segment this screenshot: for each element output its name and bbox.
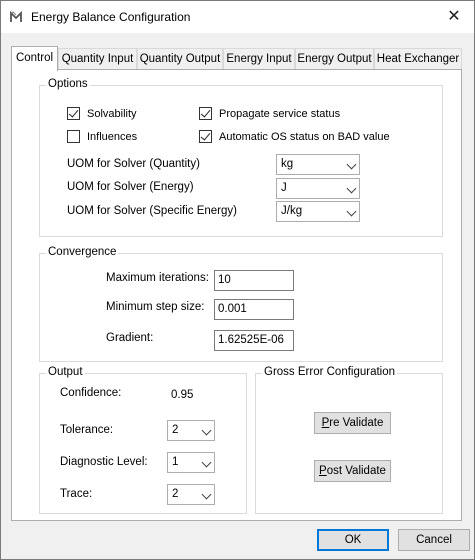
tab-label: Quantity Input [61, 53, 134, 65]
checkmark-icon [200, 130, 211, 141]
convergence-group-label: Convergence [46, 246, 119, 258]
gradient-label: Gradient: [106, 332, 154, 344]
tab-label: Heat Exchanger [376, 53, 460, 65]
uom-energy-select[interactable]: J [276, 178, 360, 199]
checkbox-label: Propagate service status [219, 107, 341, 120]
select-value: kg [281, 158, 294, 170]
automatic-os-status-checkbox[interactable]: Automatic OS status on BAD value [199, 130, 390, 143]
diagnostic-level-label: Diagnostic Level: [60, 456, 148, 468]
input-value: 10 [218, 274, 231, 286]
output-group: Output Confidence: 0.95 Tolerance: 2 Dia… [39, 366, 247, 514]
control-tab-panel: Options Solvability Propagate service st… [11, 69, 462, 521]
output-group-label: Output [46, 366, 85, 378]
max-iterations-input[interactable]: 10 [214, 270, 294, 291]
checkmark-icon [200, 107, 211, 118]
chevron-down-icon[interactable] [341, 202, 359, 221]
trace-label: Trace: [60, 488, 93, 500]
tab-label: Energy Input [226, 53, 292, 65]
tolerance-select[interactable]: 2 [167, 420, 215, 441]
select-value: 2 [172, 424, 179, 436]
tab-energy-output[interactable]: Energy Output [295, 48, 374, 70]
tab-quantity-output[interactable]: Quantity Output [137, 48, 223, 70]
tab-label: Energy Output [297, 53, 372, 65]
confidence-value: 0.95 [171, 389, 194, 401]
uom-specific-energy-select[interactable]: J/kg [276, 201, 360, 222]
post-validate-button[interactable]: Post Validate [314, 460, 391, 482]
button-label: re Validate [329, 417, 384, 429]
uom-specific-energy-label: UOM for Solver (Specific Energy) [67, 205, 237, 217]
app-logo-icon [10, 10, 22, 22]
uom-quantity-select[interactable]: kg [276, 154, 360, 175]
select-value: J [281, 182, 287, 194]
chevron-down-icon[interactable] [341, 155, 359, 174]
select-value: 1 [172, 456, 179, 468]
gross-error-group-label: Gross Error Configuration [262, 366, 398, 378]
input-value: 1.62525E-06 [218, 334, 284, 346]
influences-checkbox[interactable]: Influences [67, 130, 137, 143]
chevron-down-icon[interactable] [196, 421, 214, 440]
convergence-group: Convergence Maximum iterations: 10 Minim… [39, 246, 443, 362]
tab-heat-exchanger[interactable]: Heat Exchanger [374, 48, 462, 70]
checkbox-box[interactable] [199, 107, 212, 120]
solvability-checkbox[interactable]: Solvability [67, 107, 137, 120]
cancel-button[interactable]: Cancel [398, 529, 470, 551]
trace-select[interactable]: 2 [167, 484, 215, 505]
select-value: J/kg [281, 205, 303, 217]
gradient-input[interactable]: 1.62525E-06 [214, 330, 294, 351]
diagnostic-level-select[interactable]: 1 [167, 452, 215, 473]
checkbox-box[interactable] [67, 130, 80, 143]
tab-label: Control [15, 52, 54, 64]
checkbox-box[interactable] [199, 130, 212, 143]
chevron-down-icon[interactable] [341, 179, 359, 198]
confidence-label: Confidence: [60, 387, 122, 399]
checkbox-box[interactable] [67, 107, 80, 120]
title-bar[interactable]: Energy Balance Configuration ✕ [1, 1, 474, 33]
options-group: Options Solvability Propagate service st… [39, 78, 443, 237]
tab-quantity-input[interactable]: Quantity Input [58, 48, 137, 70]
checkmark-icon [68, 107, 79, 118]
min-step-size-input[interactable]: 0.001 [214, 299, 294, 320]
close-button[interactable]: ✕ [442, 6, 466, 28]
tab-control[interactable]: Control [11, 46, 58, 71]
dialog-window: Energy Balance Configuration ✕ Control Q… [0, 0, 475, 560]
close-icon: ✕ [447, 8, 461, 25]
tab-energy-input[interactable]: Energy Input [223, 48, 295, 70]
gross-error-group: Gross Error Configuration Pre Validate P… [255, 366, 443, 514]
min-step-size-label: Minimum step size: [106, 301, 205, 313]
tolerance-label: Tolerance: [60, 424, 114, 436]
ok-button[interactable]: OK [317, 529, 389, 551]
pre-validate-button[interactable]: Pre Validate [314, 412, 391, 434]
propagate-service-status-checkbox[interactable]: Propagate service status [199, 107, 340, 120]
checkbox-label: Automatic OS status on BAD value [219, 130, 390, 143]
chevron-down-icon[interactable] [196, 485, 214, 504]
button-label: ost Validate [326, 465, 386, 477]
uom-quantity-label: UOM for Solver (Quantity) [67, 158, 200, 170]
chevron-down-icon[interactable] [196, 453, 214, 472]
tab-label: Quantity Output [139, 53, 221, 65]
select-value: 2 [172, 488, 179, 500]
input-value: 0.001 [218, 303, 247, 315]
button-label: Cancel [416, 534, 452, 546]
window-title: Energy Balance Configuration [31, 10, 191, 24]
checkbox-label: Influences [87, 130, 138, 143]
uom-energy-label: UOM for Solver (Energy) [67, 181, 194, 193]
max-iterations-label: Maximum iterations: [106, 272, 209, 284]
button-label: OK [344, 534, 362, 546]
checkbox-label: Solvability [87, 107, 137, 120]
button-mnemonic: P [319, 465, 327, 477]
options-group-label: Options [46, 78, 90, 90]
